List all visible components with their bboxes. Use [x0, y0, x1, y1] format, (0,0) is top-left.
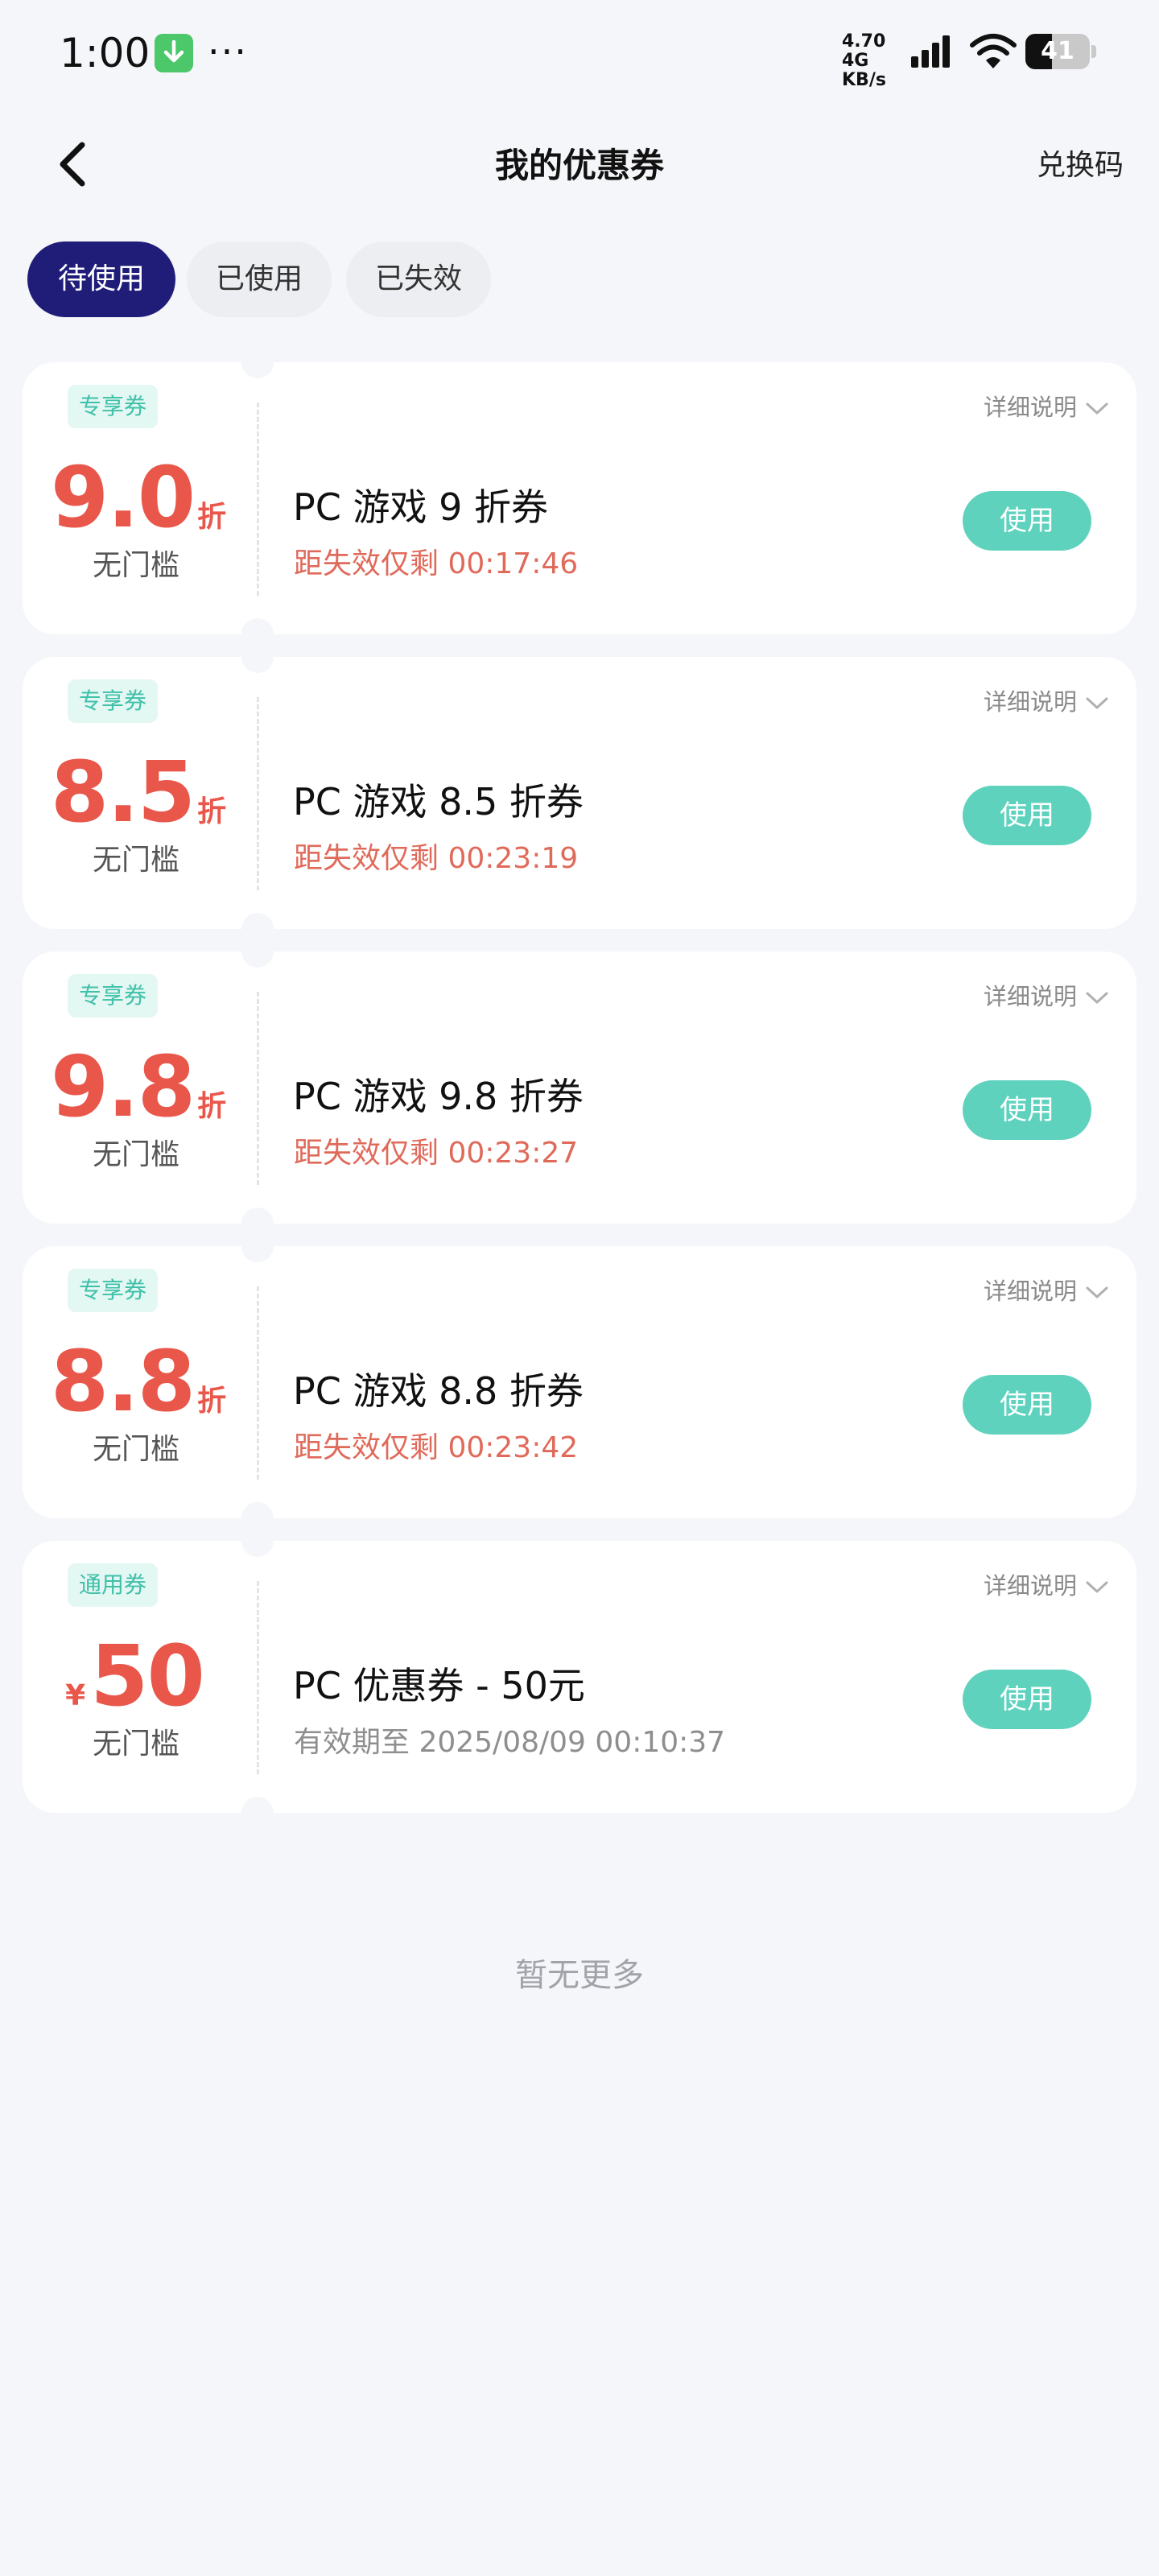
chevron-down-icon — [1086, 992, 1108, 1004]
use-coupon-button[interactable]: 使用 — [963, 1670, 1091, 1729]
page-title: 我的优惠券 — [494, 146, 664, 185]
battery-icon: 41 — [1025, 34, 1090, 69]
coupon-threshold: 无门槛 — [92, 1728, 179, 1761]
coupon-type-tag: 专享券 — [68, 679, 159, 723]
coupon-value-unit: 折 — [197, 1090, 227, 1123]
coupon-value-unit: 折 — [197, 795, 227, 828]
coupon-name: PC 游戏 8.8 折券 — [293, 1369, 584, 1413]
coupon-value-number: 8.5 — [50, 743, 196, 841]
coupon-name: PC 游戏 8.5 折券 — [293, 780, 584, 824]
coupon-detail-toggle[interactable]: 详细说明 — [984, 1568, 1109, 1604]
coupon-divider — [257, 992, 259, 1185]
coupon-expiry: 距失效仅剩 00:23:19 — [294, 842, 579, 875]
download-icon — [155, 34, 193, 72]
wifi-icon — [969, 32, 1017, 74]
coupon-detail-label: 详细说明 — [983, 1572, 1077, 1600]
coupon-detail-label: 详细说明 — [983, 688, 1077, 716]
chevron-down-icon — [1086, 697, 1108, 709]
coupon-name: PC 游戏 9.8 折券 — [293, 1075, 584, 1118]
coupon-divider — [257, 697, 259, 890]
coupon-card: 专享券 8.5 折 无门槛 详细说明 PC 游戏 8.5 折券 距失效仅剩 00:… — [23, 641, 1136, 945]
coupon-threshold: 无门槛 — [92, 844, 179, 877]
coupon-value: 9.8 折 — [23, 1040, 250, 1133]
coupon-divider — [257, 1581, 259, 1774]
coupon-notch — [241, 641, 274, 673]
tab-expired[interactable]: 已失效 — [346, 242, 491, 317]
tab-used[interactable]: 已使用 — [187, 242, 332, 317]
coupon-type-tag: 专享券 — [68, 974, 159, 1018]
coupon-value: 8.5 折 — [23, 745, 250, 839]
network-speed-unit: KB/s — [842, 70, 886, 90]
coupon-expiry: 距失效仅剩 00:23:42 — [294, 1431, 579, 1464]
coupon-detail-label: 详细说明 — [983, 983, 1077, 1010]
coupon-type-tag: 专享券 — [68, 385, 159, 428]
coupon-detail-label: 详细说明 — [983, 394, 1077, 421]
coupon-notch — [241, 1525, 274, 1557]
tab-pending[interactable]: 待使用 — [27, 242, 175, 317]
status-bar: 1:00 ··· 4.70 4G KB/s 41 — [0, 0, 1159, 105]
coupon-value-unit: 折 — [197, 501, 227, 534]
coupon-type-tag: 专享券 — [68, 1269, 159, 1312]
coupon-name: PC 优惠券 - 50元 — [293, 1664, 585, 1707]
use-coupon-button[interactable]: 使用 — [963, 1375, 1091, 1435]
no-more-label: 暂无更多 — [515, 1957, 644, 1994]
coupon-threshold: 无门槛 — [92, 1138, 179, 1171]
coupon-card: 专享券 9.8 折 无门槛 详细说明 PC 游戏 9.8 折券 距失效仅剩 00:… — [23, 935, 1136, 1240]
coupon-value-number: 9.0 — [50, 448, 196, 547]
coupon-threshold: 无门槛 — [92, 1433, 179, 1466]
network-speed-value: 4.70 4G — [842, 31, 886, 71]
coupon-value-number: 50 — [90, 1627, 205, 1725]
coupon-notch — [241, 1230, 274, 1262]
navigation-bar: 我的优惠券 兑换码 — [0, 113, 1159, 217]
coupon-detail-toggle[interactable]: 详细说明 — [984, 390, 1109, 425]
battery-tip — [1091, 45, 1096, 58]
coupon-expiry: 距失效仅剩 00:23:27 — [294, 1137, 579, 1170]
network-speed: 4.70 4G KB/s — [842, 32, 906, 90]
coupon-divider — [257, 1286, 259, 1480]
chevron-down-icon — [1086, 1581, 1108, 1593]
coupon-notch — [241, 346, 274, 378]
coupon-notch — [241, 935, 274, 968]
coupon-card: 专享券 8.8 折 无门槛 详细说明 PC 游戏 8.8 折券 距失效仅剩 00:… — [23, 1230, 1136, 1534]
redeem-code-button[interactable]: 兑换码 — [1037, 143, 1124, 188]
use-coupon-button[interactable]: 使用 — [963, 1080, 1091, 1140]
status-time: 1:00 — [60, 30, 151, 76]
coupon-detail-label: 详细说明 — [983, 1278, 1077, 1305]
more-notifications-icon: ··· — [208, 30, 248, 73]
chevron-down-icon — [1086, 402, 1108, 415]
coupon-detail-toggle[interactable]: 详细说明 — [984, 1274, 1109, 1309]
coupon-detail-toggle[interactable]: 详细说明 — [984, 684, 1109, 720]
coupon-expiry: 距失效仅剩 00:17:46 — [294, 547, 579, 580]
coupon-threshold: 无门槛 — [92, 549, 179, 582]
coupon-card: 专享券 9.0 折 无门槛 详细说明 PC 游戏 9 折券 距失效仅剩 00:17… — [23, 346, 1136, 650]
coupon-value-unit: 折 — [197, 1385, 227, 1418]
back-button[interactable] — [45, 135, 103, 193]
coupon-value: ¥50 — [23, 1629, 250, 1723]
coupon-currency: ¥ — [65, 1679, 86, 1712]
coupon-value-number: 8.8 — [50, 1332, 196, 1430]
coupon-value-number: 9.8 — [50, 1038, 196, 1136]
coupon-divider — [257, 402, 259, 596]
battery-percentage: 41 — [1041, 37, 1074, 65]
coupon-value: 9.0 折 — [23, 451, 250, 544]
coupon-detail-toggle[interactable]: 详细说明 — [984, 979, 1109, 1014]
use-coupon-button[interactable]: 使用 — [963, 491, 1091, 551]
back-arrow-icon — [60, 142, 85, 187]
coupon-name: PC 游戏 9 折券 — [293, 485, 548, 529]
coupon-notch — [241, 1797, 274, 1829]
coupon-value: 8.8 折 — [23, 1335, 250, 1428]
coupon-card: 通用券 ¥50 无门槛 详细说明 PC 优惠券 - 50元 有效期至 2025/… — [23, 1525, 1136, 1829]
coupon-validity: 有效期至 2025/08/09 00:10:37 — [294, 1726, 726, 1759]
use-coupon-button[interactable]: 使用 — [963, 786, 1091, 845]
signal-icon — [909, 34, 955, 72]
coupon-type-tag: 通用券 — [68, 1563, 159, 1607]
chevron-down-icon — [1086, 1286, 1108, 1298]
